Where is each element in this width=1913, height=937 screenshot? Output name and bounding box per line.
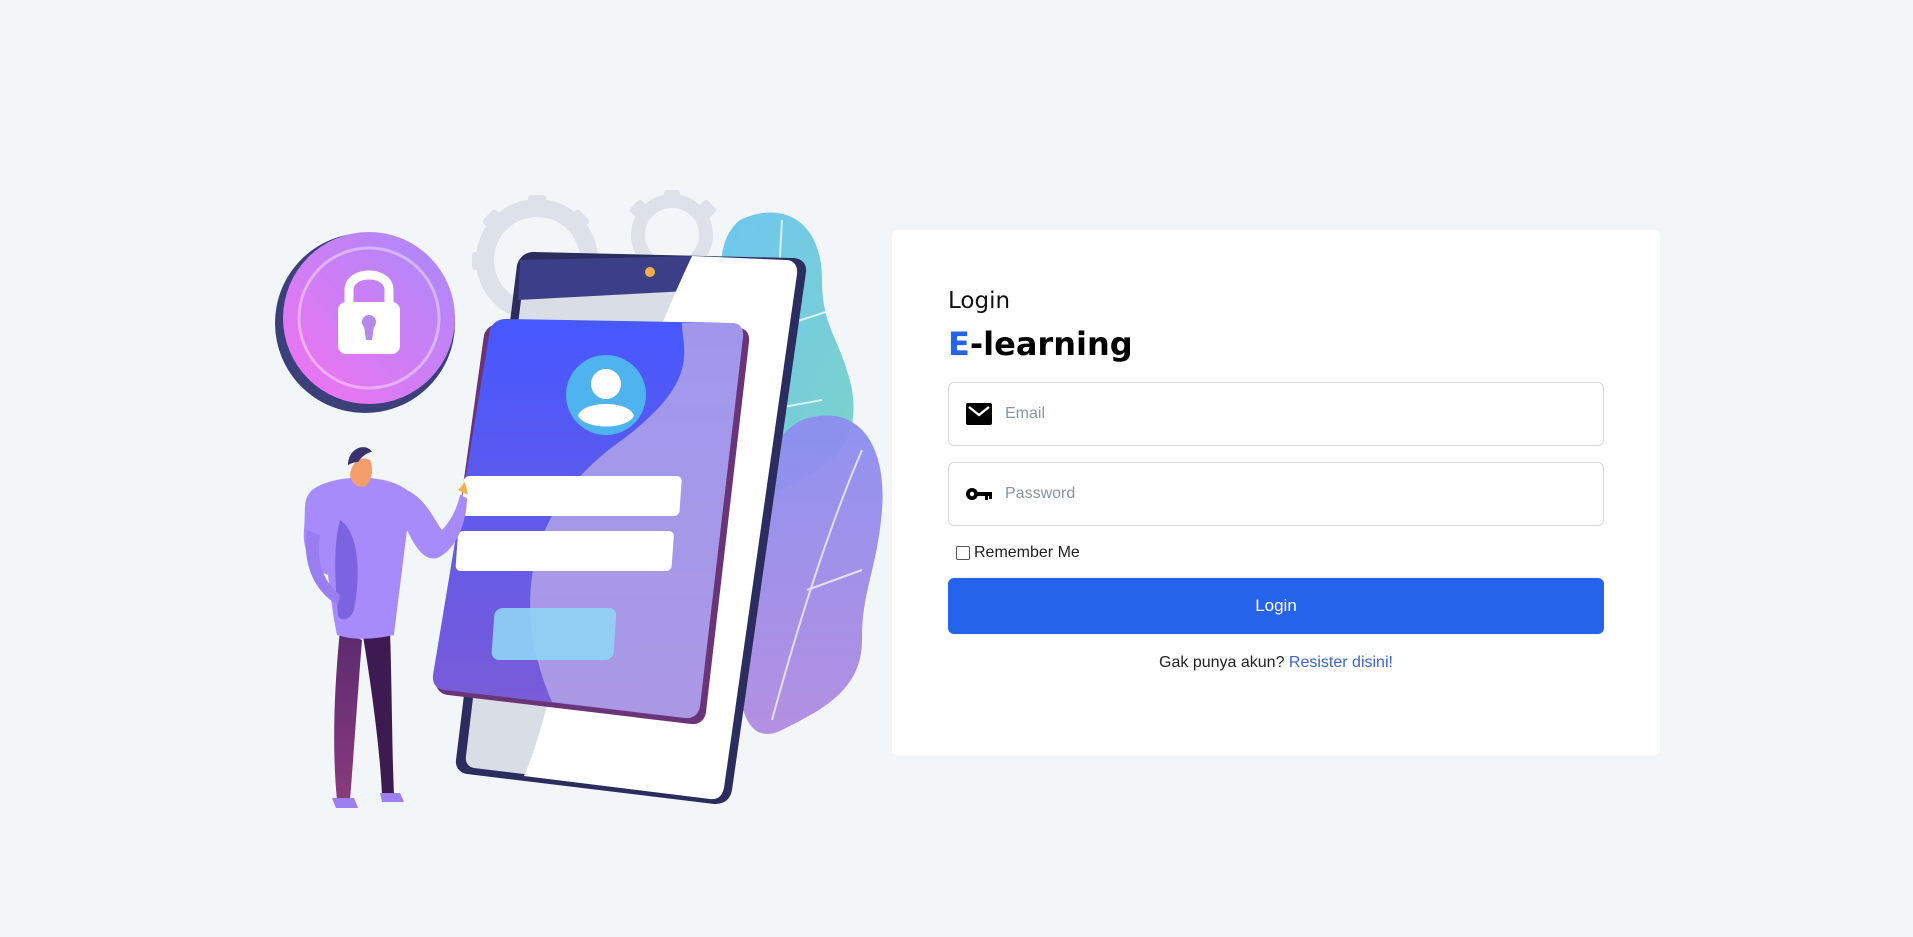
register-link[interactable]: Resister disini! [1289, 654, 1393, 671]
password-field[interactable] [948, 462, 1604, 526]
login-illustration [262, 190, 892, 820]
register-prompt: Gak punya akun? [1159, 654, 1285, 671]
remember-me-checkbox[interactable] [956, 546, 970, 560]
password-input[interactable] [1005, 474, 1603, 514]
envelope-icon [965, 400, 993, 428]
login-heading: Login [948, 288, 1011, 314]
brand-title: E-learning [948, 326, 1604, 362]
login-button[interactable]: Login [948, 578, 1604, 634]
email-input[interactable] [1005, 394, 1603, 434]
illustration-graphic [275, 190, 883, 808]
remember-me-label[interactable]: Remember Me [974, 544, 1080, 562]
remember-me-row: Remember Me [956, 542, 1604, 564]
register-row: Gak punya akun? Resister disini! [948, 654, 1604, 672]
login-page: Login E-learning Email Remember Me Login… [0, 0, 1913, 937]
brand-accent: E [948, 325, 970, 363]
login-card: Login E-learning Email Remember Me Login… [892, 230, 1660, 755]
brand-rest: -learning [969, 325, 1133, 363]
key-icon [965, 480, 993, 508]
email-field[interactable] [948, 382, 1604, 446]
